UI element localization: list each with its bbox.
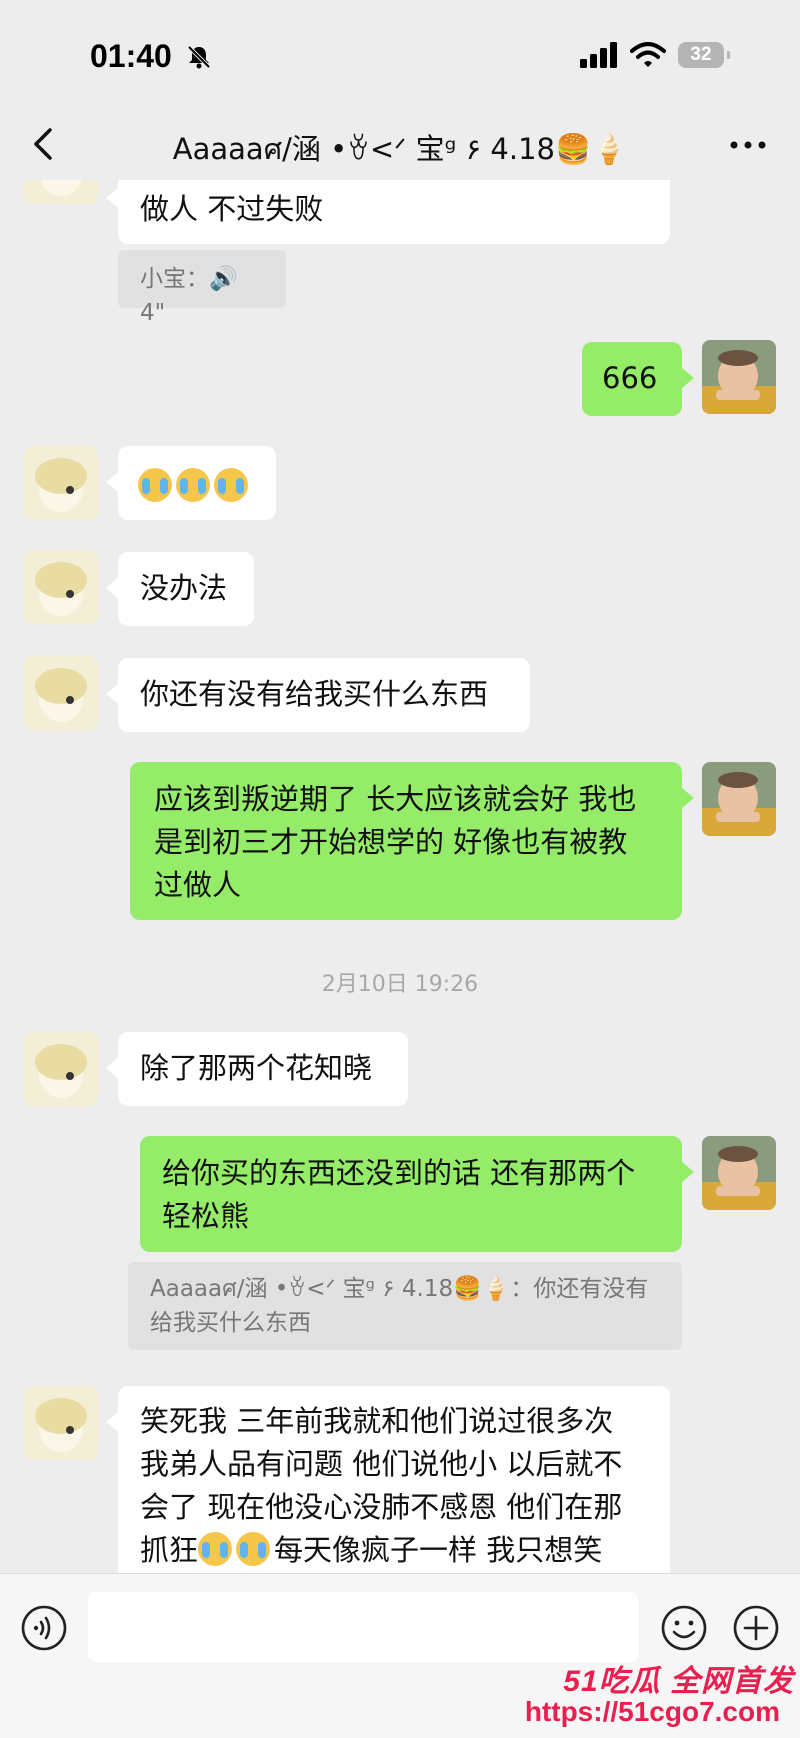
emoji-picker-icon[interactable] [660, 1604, 708, 1652]
message-line: 应该到叛逆期了 长大应该就会好 我也 [154, 782, 637, 816]
quote-line: Aaaaaศ/涵 •ꈊ<ᐟ 宝ᵍ ۶ 4.18🍔🍦：你还有没有 [150, 1276, 649, 1302]
chat-title: Aaaaaศ/涵 •ꈊ<ᐟ 宝ᵍ ۶ 4.18🍔🍦 [172, 132, 628, 166]
status-time: 01:40 [90, 38, 172, 74]
chat-message-list[interactable]: 做人 不过失败 小宝：🔊 4" 666 没办法 你还有没有给我买什么东西 应该到… [0, 180, 800, 1573]
quote-line: 给我买什么东西 [150, 1310, 311, 1336]
message-bubble-incoming[interactable] [106, 446, 276, 520]
contact-avatar[interactable] [24, 1386, 98, 1460]
quoted-voice-message[interactable]: 小宝：🔊 4" [118, 250, 286, 326]
quoted-message[interactable]: Aaaaaศ/涵 •ꈊ<ᐟ 宝ᵍ ۶ 4.18🍔🍦：你还有没有 给我买什么东西 [128, 1262, 682, 1350]
message-line: 我弟人品有问题 他们说他小 以后就不 [140, 1447, 623, 1481]
battery-level: 32 [690, 44, 712, 65]
crying-emoji-icon [214, 468, 248, 502]
message-line: 过做人 [154, 868, 242, 902]
message-bubble-incoming[interactable]: 没办法 [106, 552, 254, 626]
crying-emoji-icon [236, 1532, 271, 1566]
quote-text: 小宝：🔊 4" [140, 266, 238, 326]
watermark-url: https://51cgo7.com [524, 1696, 780, 1727]
my-avatar[interactable] [702, 1136, 776, 1210]
voice-input-icon[interactable] [20, 1604, 68, 1652]
crying-emoji-icon [198, 1532, 233, 1566]
message-bubble-incoming[interactable]: 你还有没有给我买什么东西 [106, 658, 530, 732]
message-text-input[interactable] [88, 1592, 638, 1662]
contact-avatar[interactable] [24, 550, 98, 624]
watermark-brand: 51吃瓜 全网首发 [563, 1665, 794, 1698]
more-options-icon[interactable] [726, 130, 770, 160]
message-text: 除了那两个花知晓 [140, 1051, 373, 1085]
message-bubble-incoming[interactable]: 做人 不过失败 [106, 180, 670, 244]
crying-emoji-icon [138, 468, 172, 502]
wifi-icon [630, 42, 666, 67]
contact-avatar[interactable] [24, 446, 98, 520]
chat-timestamp: 2月10日 19:26 [321, 972, 479, 997]
message-line: 笑死我 三年前我就和他们说过很多次 [140, 1404, 614, 1438]
status-indicators: 32 [580, 42, 730, 68]
status-bar: 01:40 32 [0, 0, 800, 110]
my-avatar[interactable] [702, 762, 776, 836]
signal-icon [580, 42, 617, 68]
message-bubble-incoming[interactable]: 除了那两个花知晓 [106, 1032, 408, 1106]
contact-avatar[interactable] [24, 656, 98, 730]
message-bubble-outgoing[interactable]: 给你买的东西还没到的话 还有那两个 轻松熊 [140, 1136, 694, 1252]
message-line: 会了 现在他没心没肺不感恩 他们在那 [140, 1490, 623, 1524]
message-text: 每天像疯子一样 我只想笑 [274, 1533, 603, 1567]
message-input-bar: 51吃瓜 全网首发 https://51cgo7.com [0, 1573, 800, 1738]
message-text: 没办法 [140, 571, 228, 605]
message-line: 抓狂 每天像疯子一样 我只想笑 [140, 1529, 648, 1572]
message-line: 给你买的东西还没到的话 还有那两个 [162, 1156, 636, 1190]
my-avatar[interactable] [702, 340, 776, 414]
message-line: 是到初三才开始想学的 好像也有被教 [154, 825, 628, 859]
silent-bell-icon [187, 45, 211, 69]
message-text: 抓狂 [140, 1533, 199, 1567]
message-line: 轻松熊 [162, 1199, 250, 1233]
contact-avatar[interactable] [24, 180, 98, 204]
message-bubble-incoming[interactable]: 笑死我 三年前我就和他们说过很多次 我弟人品有问题 他们说他小 以后就不 会了 … [106, 1386, 670, 1573]
battery-indicator: 32 [678, 42, 730, 68]
chat-header: Aaaaaศ/涵 •ꈊ<ᐟ 宝ᵍ ۶ 4.18🍔🍦 [0, 110, 800, 180]
message-bubble-outgoing[interactable]: 应该到叛逆期了 长大应该就会好 我也 是到初三才开始想学的 好像也有被教 过做人 [130, 762, 694, 920]
plus-icon[interactable] [732, 1604, 780, 1652]
contact-avatar[interactable] [24, 1032, 98, 1106]
crying-emoji-icon [176, 468, 210, 502]
message-text: 做人 不过失败 [140, 192, 324, 226]
message-bubble-outgoing[interactable]: 666 [582, 342, 694, 416]
message-text: 666 [602, 361, 658, 395]
message-text: 你还有没有给我买什么东西 [140, 677, 489, 711]
